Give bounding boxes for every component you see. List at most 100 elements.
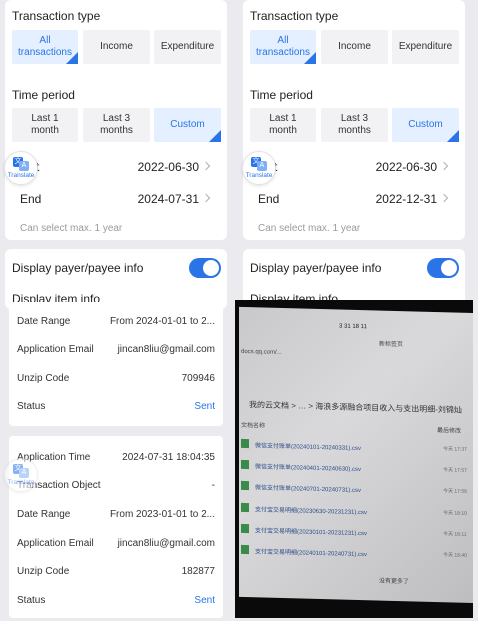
transaction-type-title: Transaction type: [250, 9, 339, 23]
unzip-code-value: 709946: [181, 373, 215, 384]
translate-floating-button[interactable]: 文A Translate: [4, 458, 38, 492]
photo-file-row: 支付宝交易明细(20230101-20231231).csv 今天 18:11: [239, 520, 473, 544]
toggle-knob: [203, 260, 219, 276]
screen-root: Transaction type All transactions Income …: [0, 0, 478, 621]
photo-col-name: 文档名称: [241, 422, 266, 430]
display-options-left: Display payer/payee info Display item in…: [5, 249, 227, 309]
chip-label-line2: transactions: [256, 47, 310, 58]
time-period-title: Time period: [250, 88, 313, 102]
chip-label-line1: Last 3: [340, 113, 369, 124]
chevron-right-icon: [201, 193, 211, 203]
application-email-value: jincan8liu@gmail.com: [117, 538, 215, 549]
chip-expenditure[interactable]: Expenditure: [392, 30, 459, 64]
start-date-value[interactable]: 2022-06-30: [138, 160, 199, 174]
date-range-label: Date Range: [17, 316, 71, 327]
photo-file-row: 支付宝交易明细(20240101-20240731).csv 今天 18:40: [239, 541, 473, 565]
filter-panel-left: Transaction type All transactions Income …: [5, 0, 227, 240]
toggle-knob: [441, 260, 457, 276]
chip-all-transactions[interactable]: All transactions: [12, 30, 78, 64]
chip-label-line2: transactions: [18, 47, 72, 58]
max-range-hint: Can select max. 1 year: [258, 223, 361, 234]
time-period-title: Time period: [12, 88, 75, 102]
photo-file-row: 微信支付账单(20240101-20240331).csv 今天 17:37: [239, 435, 473, 459]
monitor-screen: 3 31 18 11 新标签页 docs.qq.com/... 我的云文档 > …: [239, 306, 473, 604]
chip-label-line2: month: [31, 125, 59, 136]
translate-icon: 文A: [13, 464, 29, 478]
chip-label-line2: months: [100, 125, 133, 136]
photo-footer: 没有更多了: [379, 578, 410, 586]
end-label: End: [258, 192, 280, 206]
status-value[interactable]: Sent: [194, 595, 215, 606]
chip-label-line1: All: [39, 35, 51, 46]
chip-income[interactable]: Income: [321, 30, 388, 64]
start-date-value[interactable]: 2022-06-30: [376, 160, 437, 174]
chip-last-3-months[interactable]: Last 3 months: [83, 108, 150, 142]
csv-file-icon: [241, 502, 249, 513]
chip-income[interactable]: Income: [83, 30, 150, 64]
application-email-label: Application Email: [17, 538, 94, 549]
chevron-right-icon: [201, 161, 211, 171]
transaction-object-value: -: [211, 480, 215, 491]
chip-custom[interactable]: Custom: [392, 108, 459, 142]
end-label: End: [20, 192, 42, 206]
filter-panel-right: Transaction type All transactions Income …: [243, 0, 465, 240]
chevron-right-icon: [439, 161, 449, 171]
status-label: Status: [17, 595, 46, 606]
translate-floating-button[interactable]: 文A Translate: [4, 151, 38, 185]
chip-label-line1: All: [277, 35, 289, 46]
status-value[interactable]: Sent: [194, 401, 215, 412]
chip-label-line1: Last 3: [102, 113, 131, 124]
transaction-type-title: Transaction type: [12, 9, 101, 23]
date-range-value: From 2024-01-01 to 2...: [109, 316, 215, 327]
application-time-value: 2024-07-31 18:04:35: [122, 452, 215, 463]
chip-last-3-months[interactable]: Last 3 months: [321, 108, 388, 142]
unzip-code-label: Unzip Code: [17, 373, 70, 384]
csv-file-icon: [241, 459, 249, 470]
unzip-code-label: Unzip Code: [17, 566, 70, 577]
translate-floating-button[interactable]: 文A Translate: [242, 151, 276, 185]
chip-last-1-month[interactable]: Last 1 month: [12, 108, 78, 142]
end-date-value[interactable]: 2024-07-31: [138, 192, 199, 206]
csv-file-icon: [241, 480, 249, 491]
application-record-card: Application Time 2024-07-31 18:04:35 Tra…: [9, 436, 223, 618]
application-email-value: jincan8liu@gmail.com: [117, 344, 215, 355]
max-range-hint: Can select max. 1 year: [20, 223, 123, 234]
display-payer-toggle[interactable]: [427, 258, 459, 278]
csv-file-icon: [241, 438, 249, 449]
photo-file-row: 微信支付账单(20240701-20240731).csv 今天 17:58: [239, 477, 473, 501]
translate-icon: 文A: [13, 157, 29, 171]
date-range-label: Date Range: [17, 509, 71, 520]
photo-url: docs.qq.com/...: [241, 348, 282, 356]
photo-file-row: 微信支付账单(20240401-20240630).csv 今天 17:57: [239, 456, 473, 480]
status-label: Status: [17, 401, 46, 412]
chip-label-line2: month: [269, 125, 297, 136]
display-payer-label: Display payer/payee info: [250, 261, 382, 275]
translate-label: Translate: [7, 479, 35, 486]
chip-all-transactions[interactable]: All transactions: [250, 30, 316, 64]
chip-label-line1: Last 1: [269, 113, 297, 124]
csv-file-icon: [241, 523, 249, 534]
photo-file-row: 支付宝交易明细(20230630-20231231).csv 今天 18:10: [239, 499, 473, 523]
chip-label-line2: months: [338, 125, 371, 136]
monitor-photo: 3 31 18 11 新标签页 docs.qq.com/... 我的云文档 > …: [235, 300, 473, 618]
photo-breadcrumb: 我的云文档 > … > 海浪多源融合项目收入与支出明细-刘锦灿: [249, 400, 462, 415]
chevron-right-icon: [439, 193, 449, 203]
application-record-card: Date Range From 2024-01-01 to 2... Appli…: [9, 302, 223, 426]
photo-col-modified: 最后修改: [437, 428, 462, 435]
chip-custom[interactable]: Custom: [154, 108, 221, 142]
display-payer-label: Display payer/payee info: [12, 261, 144, 275]
translate-icon: 文A: [251, 157, 267, 171]
application-email-label: Application Email: [17, 344, 94, 355]
end-date-value[interactable]: 2022-12-31: [376, 192, 437, 206]
translate-label: Translate: [7, 172, 35, 179]
unzip-code-value: 182877: [181, 566, 215, 577]
translate-label: Translate: [245, 172, 273, 179]
csv-file-icon: [241, 544, 249, 555]
date-range-value: From 2023-01-01 to 2...: [109, 509, 215, 520]
chip-label-line1: Last 1: [31, 113, 59, 124]
photo-tab: 新标签页: [379, 341, 404, 349]
display-payer-toggle[interactable]: [189, 258, 221, 278]
chip-last-1-month[interactable]: Last 1 month: [250, 108, 316, 142]
photo-clock: 3 31 18 11: [339, 323, 367, 331]
chip-expenditure[interactable]: Expenditure: [154, 30, 221, 64]
